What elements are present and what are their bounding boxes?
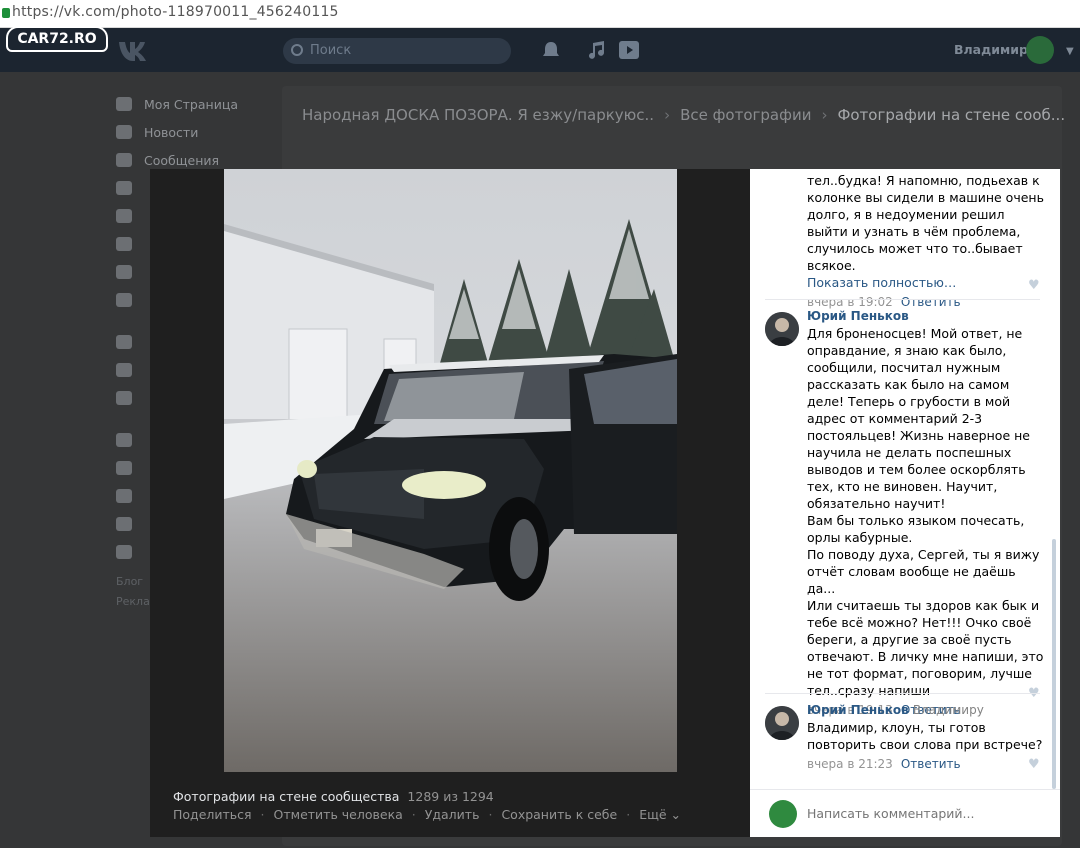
comment-author[interactable]: Юрий Пеньков (807, 308, 1045, 325)
album-title[interactable]: Фотографии на стене сообщества (173, 789, 399, 804)
music-icon (116, 265, 132, 279)
comment-author-name[interactable]: Юрий Пеньков (807, 703, 909, 717)
menu-item-label: Моя Страница (144, 96, 238, 112)
document-icon (116, 363, 132, 377)
star-icon (116, 335, 132, 349)
camera-icon (116, 237, 132, 251)
bell-icon[interactable] (541, 41, 561, 59)
chevron-down-icon[interactable]: ▼ (1066, 46, 1074, 57)
group-icon (116, 461, 132, 475)
news-icon (116, 125, 132, 139)
groups-icon (116, 209, 132, 223)
search-field[interactable]: Поиск (283, 38, 511, 64)
photo-pane: Фотографии на стене сообщества 1289 из 12… (150, 169, 750, 837)
address-url[interactable]: https://vk.com/photo-118970011_456240115 (12, 4, 339, 20)
browser-address-bar[interactable]: https://vk.com/photo-118970011_456240115 (0, 0, 1080, 28)
video-icon (116, 293, 132, 307)
search-placeholder: Поиск (310, 43, 352, 58)
tag-person-button[interactable]: Отметить человека (274, 807, 403, 822)
comments-panel: тел..будка! Я напомню, подьехав к колонк… (750, 169, 1060, 837)
search-icon (291, 44, 303, 56)
group-icon (116, 433, 132, 447)
show-more-link[interactable]: Показать полностью… (807, 274, 1045, 291)
photo-counter: 1289 из 1294 (407, 789, 494, 804)
comment-text: тел..будка! Я напомню, подьехав к колонк… (807, 173, 1044, 273)
header-username[interactable]: Владимир (954, 42, 1028, 57)
more-button[interactable]: Ещё ⌄ (639, 807, 681, 822)
comment-author: Юрий Пеньков Владимиру (807, 702, 1045, 719)
car-photo[interactable] (224, 169, 677, 772)
avatar (769, 800, 797, 828)
comment-divider (765, 693, 1040, 694)
comment-compose (750, 789, 1060, 837)
home-icon (116, 97, 132, 111)
group-icon (116, 489, 132, 503)
comment-text: Для броненосцев! Мой ответ, не оправдани… (807, 326, 1044, 698)
chevron-right-icon: › (664, 106, 671, 124)
avatar-image (765, 706, 799, 740)
like-heart-icon[interactable]: ♥ (1028, 279, 1040, 292)
save-to-me-button[interactable]: Сохранить к себе (501, 807, 617, 822)
menu-item-news[interactable]: Новости (116, 118, 238, 146)
photo-viewer: Фотографии на стене сообщества 1289 из 12… (150, 169, 1060, 837)
share-button[interactable]: Поделиться (173, 807, 252, 822)
avatar[interactable] (765, 706, 799, 740)
comment-time[interactable]: вчера в 19:02 (807, 295, 893, 309)
photo-actions: Поделиться · Отметить человека · Удалить · … (173, 807, 682, 822)
menu-item-label: Новости (144, 124, 199, 140)
play-icon[interactable] (619, 41, 639, 59)
comment-meta: вчера в 21:23 Ответить (807, 755, 1045, 773)
breadcrumb-all-photos[interactable]: Все фотографии (680, 106, 811, 124)
reply-to-name[interactable]: Владимиру (913, 703, 984, 717)
header-avatar[interactable] (1026, 36, 1054, 64)
group-icon (116, 517, 132, 531)
top-header: Поиск Владимир ▼ (0, 28, 1080, 72)
menu-item-my-page[interactable]: Моя Страница (116, 90, 238, 118)
music-icon[interactable] (586, 41, 606, 59)
comment-input[interactable] (807, 806, 1037, 821)
avatar-image (765, 312, 799, 346)
menu-item-label: Сообщения (144, 152, 220, 168)
gamepad-icon (116, 391, 132, 405)
vk-logo-icon[interactable] (117, 39, 151, 61)
like-heart-icon[interactable]: ♥ (1028, 758, 1040, 771)
chevron-right-icon: › (821, 106, 828, 124)
comment-time[interactable]: вчера в 21:23 (807, 757, 893, 771)
reply-link[interactable]: Ответить (901, 295, 961, 309)
comments-scrollbar[interactable] (1052, 539, 1056, 789)
comment-divider (765, 299, 1040, 300)
breadcrumb-group[interactable]: Народная ДОСКА ПОЗОРА. Я езжу/паркуюс.. (302, 106, 654, 124)
lock-icon (2, 8, 10, 18)
comment-text: Владимир, клоун, ты готов повторить свои… (807, 720, 1043, 752)
friends-icon (116, 181, 132, 195)
watermark-logo: CAR72.RO (6, 26, 108, 52)
reply-link[interactable]: Ответить (901, 757, 961, 771)
messages-icon (116, 153, 132, 167)
delete-button[interactable]: Удалить (425, 807, 480, 822)
photo-caption: Фотографии на стене сообщества 1289 из 12… (173, 789, 494, 804)
avatar[interactable] (765, 312, 799, 346)
breadcrumb-current: Фотографии на стене сооб... (837, 106, 1066, 124)
watermark-text: CAR72.RO (17, 31, 97, 47)
breadcrumb: Народная ДОСКА ПОЗОРА. Я езжу/паркуюс.. ›… (302, 106, 1065, 124)
group-icon (116, 545, 132, 559)
